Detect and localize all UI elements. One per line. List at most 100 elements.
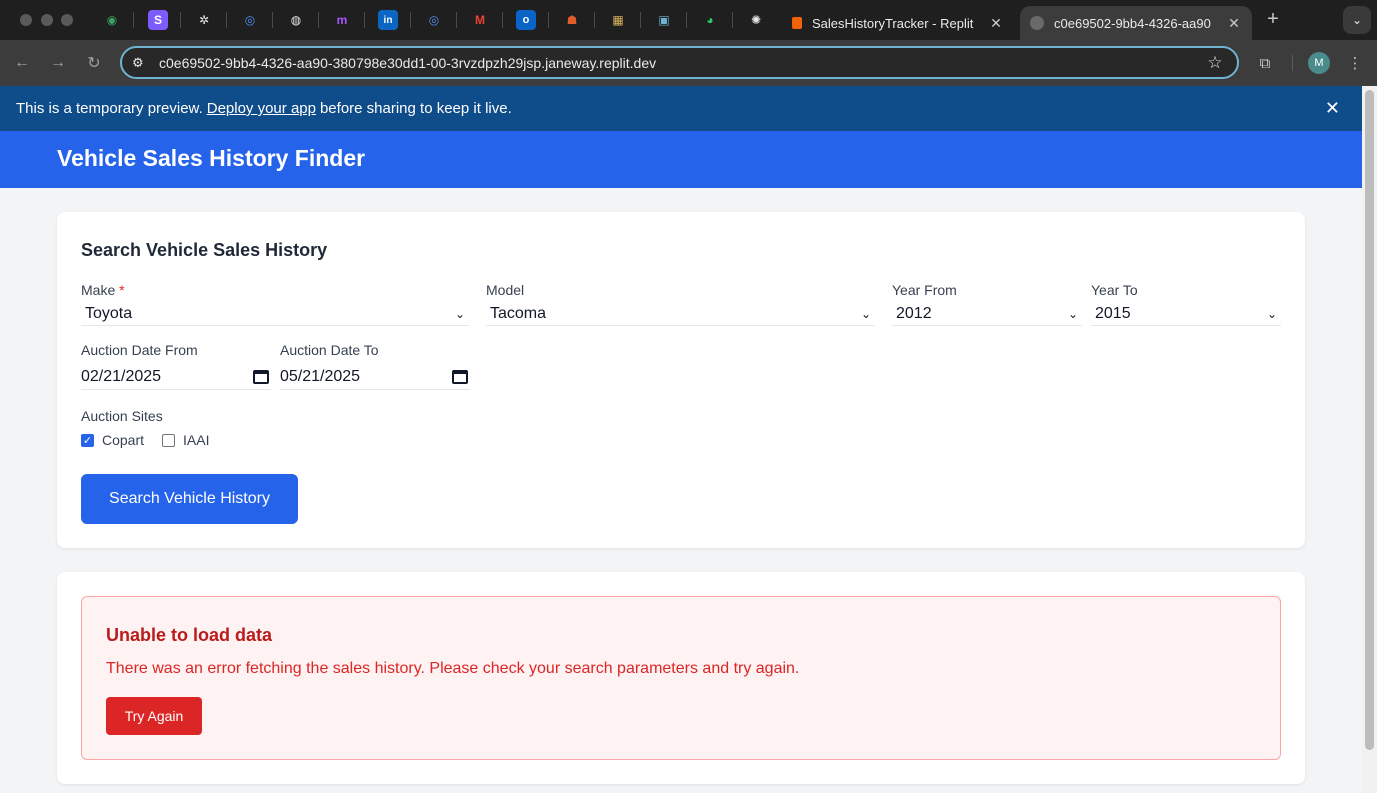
date-to-label: Auction Date To xyxy=(280,342,379,358)
copart-label[interactable]: Copart xyxy=(102,432,144,448)
pinned-tab-6-icon[interactable]: m xyxy=(332,10,352,30)
pinned-tab-3-icon[interactable]: ✲ xyxy=(194,10,214,30)
tab-title: c0e69502-9bb4-4326-aa90 xyxy=(1054,15,1211,31)
globe-icon[interactable]: ◍ xyxy=(286,10,306,30)
whatsapp-icon[interactable]: ◕ xyxy=(700,10,720,30)
year-from-value: 2012 xyxy=(896,304,932,322)
page-title: Vehicle Sales History Finder xyxy=(57,145,366,171)
search-card: Search Vehicle Sales History Make * Toyo… xyxy=(57,212,1305,548)
year-from-select[interactable]: 2012 ⌄ xyxy=(892,302,1082,326)
more-menu-icon[interactable]: ⋮ xyxy=(1344,52,1366,74)
try-again-button[interactable]: Try Again xyxy=(106,697,202,735)
date-from-input[interactable]: 02/21/2025 xyxy=(81,364,271,390)
preview-banner: This is a temporary preview. Deploy your… xyxy=(0,86,1362,131)
outlook-icon[interactable]: o xyxy=(516,10,536,30)
calendar-icon[interactable] xyxy=(452,369,468,384)
reload-icon[interactable]: ↻ xyxy=(83,52,105,74)
error-message: There was an error fetching the sales hi… xyxy=(106,660,800,677)
tab-replit[interactable]: SalesHistoryTracker - Replit ✕ xyxy=(782,6,1014,40)
calendar-icon[interactable] xyxy=(253,369,269,384)
make-label: Make * xyxy=(81,282,125,298)
make-label-text: Make xyxy=(81,282,116,298)
model-label: Model xyxy=(486,282,525,298)
pinned-tab-2-icon[interactable]: S xyxy=(148,10,168,30)
new-tab-plus-icon[interactable]: + xyxy=(1262,8,1284,30)
model-select[interactable]: Tacoma ⌄ xyxy=(486,302,875,326)
tab-divider xyxy=(318,12,319,28)
search-vehicle-history-button[interactable]: Search Vehicle History xyxy=(81,474,298,524)
extensions-puzzle-icon[interactable]: ⧉ xyxy=(1254,52,1276,74)
tab-divider xyxy=(364,12,365,28)
address-bar[interactable]: ⚙ c0e69502-9bb4-4326-aa90-380798e30dd1-0… xyxy=(120,46,1239,79)
tab-divider xyxy=(686,12,687,28)
address-url[interactable]: c0e69502-9bb4-4326-aa90-380798e30dd1-00-… xyxy=(159,55,1203,71)
chevron-down-icon: ⌄ xyxy=(1266,306,1278,321)
banner-text-after: before sharing to keep it live. xyxy=(319,100,512,117)
tab-preview[interactable]: c0e69502-9bb4-4326-aa90 ✕ xyxy=(1020,6,1252,40)
page-viewport: This is a temporary preview. Deploy your… xyxy=(0,86,1362,793)
tab-divider xyxy=(180,12,181,28)
tab-divider xyxy=(456,12,457,28)
globe-icon xyxy=(1030,16,1044,30)
year-to-value: 2015 xyxy=(1095,304,1131,322)
linkedin-icon[interactable]: in xyxy=(378,10,398,30)
close-icon[interactable]: ✕ xyxy=(1325,98,1340,119)
tab-divider xyxy=(594,12,595,28)
chevron-down-icon: ⌄ xyxy=(860,306,872,321)
required-asterisk: * xyxy=(119,282,125,298)
date-from-value: 02/21/2025 xyxy=(81,367,162,385)
close-window-button[interactable] xyxy=(20,14,32,26)
copart-checkbox[interactable]: ✓ xyxy=(81,434,94,447)
make-select[interactable]: Toyota ⌄ xyxy=(81,302,469,326)
pinned-tab-12-icon[interactable]: ▦ xyxy=(608,10,628,30)
bookmark-star-icon[interactable]: ☆ xyxy=(1203,53,1227,73)
minimize-window-button[interactable] xyxy=(41,14,53,26)
iaai-checkbox[interactable] xyxy=(162,434,175,447)
tab-close-icon[interactable]: ✕ xyxy=(988,15,1004,32)
pinned-tab-4-icon[interactable]: ◎ xyxy=(240,10,260,30)
pinned-tab-11-icon[interactable]: ☗ xyxy=(562,10,582,30)
search-heading: Search Vehicle Sales History xyxy=(81,240,328,260)
tab-divider xyxy=(640,12,641,28)
forward-arrow-icon[interactable]: → xyxy=(47,52,69,74)
auction-sites-label: Auction Sites xyxy=(81,408,163,424)
error-title: Unable to load data xyxy=(106,625,273,645)
tab-search-chevron-icon[interactable]: ⌄ xyxy=(1343,6,1371,34)
gmail-icon[interactable]: M xyxy=(470,10,490,30)
back-arrow-icon[interactable]: ← xyxy=(11,52,33,74)
date-to-input[interactable]: 05/21/2025 xyxy=(280,364,470,390)
site-info-icon[interactable]: ⚙ xyxy=(132,55,150,71)
scrollbar-thumb[interactable] xyxy=(1365,90,1374,750)
openai-icon[interactable]: ✺ xyxy=(746,10,766,30)
error-alert: Unable to load data There was an error f… xyxy=(81,596,1281,760)
maximize-window-button[interactable] xyxy=(61,14,73,26)
tab-divider xyxy=(133,12,134,28)
tab-divider xyxy=(272,12,273,28)
tab-divider xyxy=(548,12,549,28)
pinned-tab-13-icon[interactable]: ▣ xyxy=(654,10,674,30)
results-card: Unable to load data There was an error f… xyxy=(57,572,1305,784)
pinned-tab-8-icon[interactable]: ◎ xyxy=(424,10,444,30)
pinned-tab-1-icon[interactable]: ◉ xyxy=(102,10,122,30)
iaai-label[interactable]: IAAI xyxy=(183,432,209,448)
page-scrollbar[interactable] xyxy=(1362,86,1377,793)
date-to-value: 05/21/2025 xyxy=(280,367,361,385)
year-to-label: Year To xyxy=(1091,282,1138,298)
replit-icon xyxy=(792,17,802,29)
tab-title: SalesHistoryTracker - Replit xyxy=(812,15,974,31)
chevron-down-icon: ⌄ xyxy=(454,306,466,321)
banner-text-before: This is a temporary preview. xyxy=(16,100,203,117)
date-from-label: Auction Date From xyxy=(81,342,198,358)
year-to-select[interactable]: 2015 ⌄ xyxy=(1091,302,1281,326)
chevron-down-icon: ⌄ xyxy=(1067,306,1079,321)
tab-divider xyxy=(732,12,733,28)
tab-divider xyxy=(226,12,227,28)
profile-avatar[interactable]: M xyxy=(1308,52,1330,74)
deploy-link[interactable]: Deploy your app xyxy=(207,100,316,117)
make-select-value: Toyota xyxy=(85,304,133,322)
year-from-label: Year From xyxy=(892,282,957,298)
toolbar-divider xyxy=(1292,55,1293,71)
tab-divider xyxy=(410,12,411,28)
browser-tab-strip: ◉ S ✲ ◎ ◍ m in ◎ M o ☗ ▦ ▣ ◕ ✺ SalesHist… xyxy=(0,0,1377,40)
tab-close-icon[interactable]: ✕ xyxy=(1226,15,1242,32)
